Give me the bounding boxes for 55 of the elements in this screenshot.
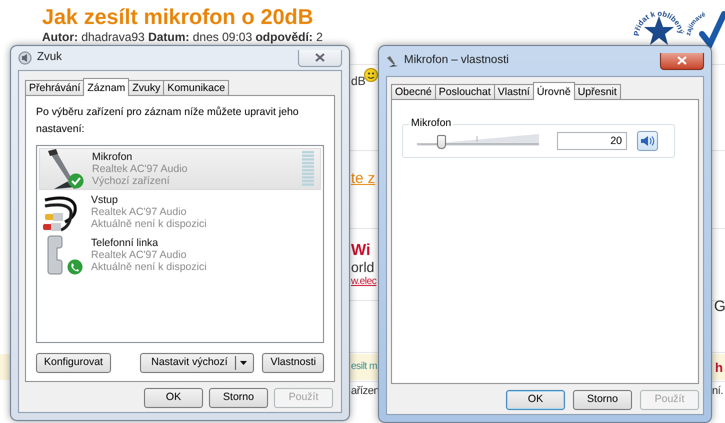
post-meta: Autor: dhadrava93 Datum: dnes 09:03 odpovědí: 2 <box>42 31 323 44</box>
close-button[interactable] <box>660 52 704 70</box>
action-button[interactable]: Konfigurovat <box>36 353 111 373</box>
tab[interactable]: Vlastní <box>494 84 534 99</box>
tab[interactable]: Upřesnit <box>574 84 621 99</box>
device-driver: Realtek AC'97 Audio <box>91 248 188 260</box>
tab[interactable]: Zvuky <box>128 80 164 95</box>
device-driver: Realtek AC'97 Audio <box>92 162 188 174</box>
close-icon <box>315 53 325 62</box>
dialog-button[interactable]: Storno <box>209 388 268 408</box>
page-title: Jak zesílt mikrofon o 20dB <box>42 5 314 29</box>
device-driver: Realtek AC'97 Audio <box>91 206 188 218</box>
close-icon <box>677 56 687 65</box>
tab[interactable]: Přehrávání <box>25 80 84 95</box>
group-label: Mikrofon <box>409 117 454 129</box>
telephone-icon <box>47 234 63 274</box>
fragment-text: dB <box>351 74 366 88</box>
dialog-button[interactable]: Storno <box>573 390 632 410</box>
mute-button[interactable] <box>637 131 658 151</box>
device-name: Telefonní linka <box>91 236 160 248</box>
device-status: Aktuálně není k dispozici <box>91 218 208 230</box>
slider-thumb[interactable] <box>437 135 446 149</box>
window-title: Mikrofon – vlastnosti <box>404 53 509 68</box>
close-button[interactable] <box>298 50 342 66</box>
fragment-text: G <box>714 298 725 316</box>
tab[interactable]: Komunikace <box>163 80 230 95</box>
fragment-text: ní. <box>712 385 724 398</box>
microphone-app-icon <box>386 54 399 68</box>
smiley-icon <box>364 68 378 82</box>
dialog-button[interactable]: OK <box>144 388 203 408</box>
device-list-item[interactable]: Telefonní linka Realtek AC'97 Audio Aktuálně není k dispozici <box>39 234 321 276</box>
speaker-app-icon <box>18 51 32 65</box>
dialog-button[interactable]: OK <box>506 390 565 410</box>
split-button[interactable]: Nastavit výchozí <box>140 353 254 373</box>
tab[interactable]: Poslouchat <box>434 84 495 99</box>
caret-icon <box>240 361 248 365</box>
fragment-text: orld <box>351 259 374 276</box>
action-button[interactable]: Vlastnosti <box>262 353 324 373</box>
heading-fragment: h <box>715 360 723 376</box>
device-name: Vstup <box>91 194 119 206</box>
level-input[interactable]: 20 <box>557 132 627 150</box>
device-status: Aktuálně není k dispozici <box>91 260 208 272</box>
device-list-item[interactable]: Vstup Realtek AC'97 Audio Aktuálně není k dispozici <box>39 190 321 232</box>
device-list-item[interactable]: Mikrofon Realtek AC'97 Audio Výchozí zařízení <box>39 148 321 190</box>
tab[interactable]: Úrovně <box>532 82 575 100</box>
window-title: Zvuk <box>37 50 62 66</box>
device-name: Mikrofon <box>92 150 134 162</box>
tab[interactable]: Záznam <box>83 78 130 96</box>
instruction-text: Po výběru zařízení pro záznam níže můžete upravit jeho nastavení: <box>36 106 299 135</box>
link-text[interactable]: w.elec <box>351 276 376 288</box>
device-status: Výchozí zařízení <box>92 174 171 186</box>
heading-fragment: Wi <box>351 241 370 260</box>
speaker-icon <box>640 135 655 147</box>
tab[interactable]: Obecné <box>391 84 436 99</box>
fragment-text: esilt m <box>351 361 378 373</box>
